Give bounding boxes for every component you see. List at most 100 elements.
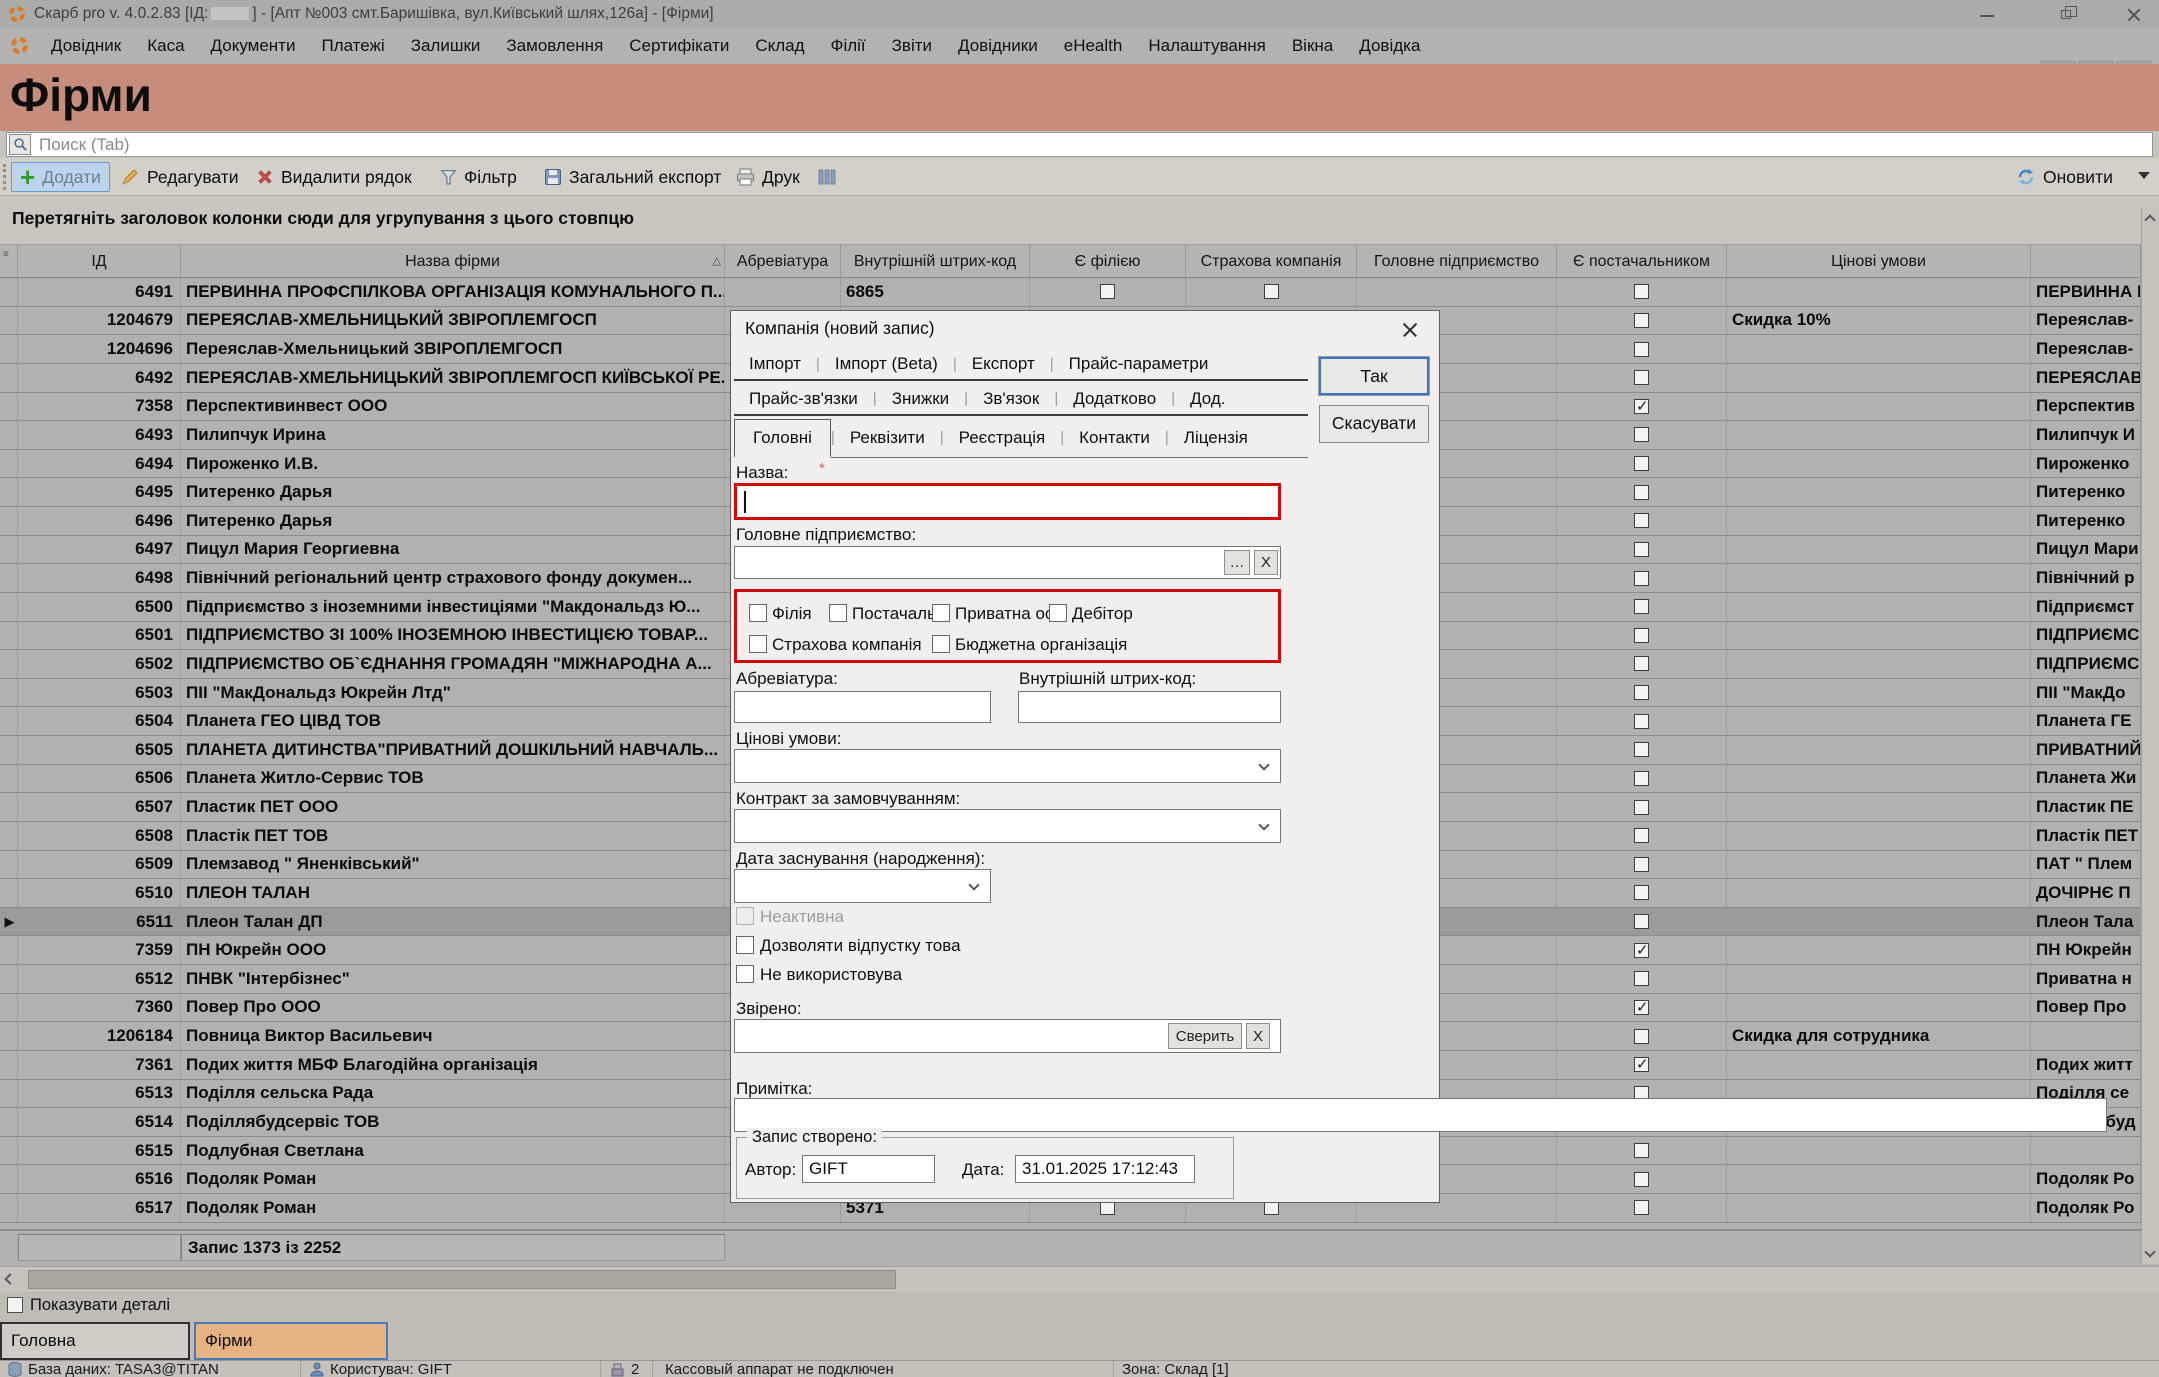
is-supplier-checkbox[interactable] — [1634, 857, 1649, 872]
menu-item-10[interactable]: Довідники — [945, 28, 1051, 64]
is-supplier-checkbox[interactable] — [1634, 513, 1649, 528]
is-supplier-checkbox[interactable] — [1634, 399, 1649, 414]
scroll-left-icon[interactable] — [0, 1267, 20, 1293]
is-supplier-checkbox[interactable] — [1634, 828, 1649, 843]
column-header-абревіатура[interactable]: Абревіатура — [725, 245, 841, 278]
is-insurance-checkbox[interactable] — [1264, 284, 1279, 299]
dialog-tab-1-2[interactable]: Експорт — [957, 349, 1050, 379]
verify-button[interactable]: Сверить — [1168, 1023, 1242, 1049]
is-branch-checkbox[interactable] — [1100, 284, 1115, 299]
dialog-tab-2-2[interactable]: Зв'язок — [968, 383, 1054, 414]
column-header-ід[interactable]: ІД — [18, 245, 181, 278]
is-supplier-checkbox[interactable] — [1634, 685, 1649, 700]
is-supplier-checkbox[interactable] — [1634, 628, 1649, 643]
dialog-tab-1-3[interactable]: Прайс-параметри — [1054, 349, 1224, 379]
add-button[interactable]: +Додати — [11, 162, 110, 192]
column-header-є-постачальником[interactable]: Є постачальником — [1557, 245, 1727, 278]
is-supplier-checkbox[interactable] — [1634, 284, 1649, 299]
column-header-indicator[interactable] — [2031, 245, 2141, 278]
horizontal-scrollbar[interactable] — [0, 1266, 2159, 1292]
dialog-tab-3-2[interactable]: Реєстрація — [944, 418, 1061, 457]
menu-item-9[interactable]: Звіти — [879, 28, 945, 64]
parent-clear-button[interactable]: X — [1254, 550, 1278, 575]
menu-item-11[interactable]: eHealth — [1051, 28, 1136, 64]
is-supplier-checkbox[interactable] — [1634, 599, 1649, 614]
dialog-tab-2-1[interactable]: Знижки — [877, 383, 964, 414]
founding-date-select[interactable] — [734, 869, 991, 903]
is-supplier-checkbox[interactable] — [1634, 1057, 1649, 1072]
menu-item-0[interactable]: Довідник — [38, 28, 134, 64]
group-by-bar[interactable]: Перетягніть заголовок колонки сюди для у… — [0, 196, 2159, 245]
is-supplier-checkbox[interactable] — [1634, 370, 1649, 385]
dialog-tab-3-1[interactable]: Реквізити — [835, 418, 940, 457]
insurance-checkbox[interactable] — [749, 635, 767, 653]
menu-item-13[interactable]: Вікна — [1279, 28, 1346, 64]
filter-button[interactable]: Фільтр — [432, 162, 525, 192]
menu-item-8[interactable]: Філії — [818, 28, 879, 64]
date-input[interactable]: 31.01.2025 17:12:43 — [1015, 1155, 1195, 1183]
column-header-indicator[interactable]: ≡ — [0, 245, 18, 278]
toolbar-grip[interactable] — [3, 164, 6, 190]
author-input[interactable]: GIFT — [802, 1155, 935, 1183]
allow-dispense-checkbox[interactable] — [736, 936, 754, 954]
dialog-tab-2-0[interactable]: Прайс-зв'язки — [734, 383, 873, 414]
is-supplier-checkbox[interactable] — [1634, 542, 1649, 557]
supplier-checkbox[interactable] — [829, 604, 847, 622]
tab-firmy[interactable]: Фірми — [194, 1322, 388, 1360]
is-supplier-checkbox[interactable] — [1634, 1029, 1649, 1044]
private-person-checkbox[interactable] — [932, 604, 950, 622]
is-supplier-checkbox[interactable] — [1634, 971, 1649, 986]
is-supplier-checkbox[interactable] — [1634, 571, 1649, 586]
delete-row-button[interactable]: Видалити рядок — [248, 162, 420, 192]
column-header-внутрішній-штрих-код[interactable]: Внутрішній штрих-код — [841, 245, 1030, 278]
is-supplier-checkbox[interactable] — [1634, 313, 1649, 328]
menu-item-5[interactable]: Замовлення — [493, 28, 616, 64]
column-header-є-філією[interactable]: Є філією — [1030, 245, 1186, 278]
menu-item-1[interactable]: Каса — [134, 28, 197, 64]
is-supplier-checkbox[interactable] — [1634, 485, 1649, 500]
dialog-tab-3-3[interactable]: Контакти — [1064, 418, 1165, 457]
parent-browse-button[interactable]: … — [1224, 550, 1250, 575]
cancel-button[interactable]: Скасувати — [1319, 405, 1429, 443]
columns-icon[interactable] — [818, 169, 836, 185]
dialog-tab-1-0[interactable]: Імпорт — [734, 349, 816, 379]
dialog-tab-1-1[interactable]: Імпорт (Beta) — [820, 349, 953, 379]
is-supplier-checkbox[interactable] — [1634, 771, 1649, 786]
verify-clear-button[interactable]: X — [1246, 1023, 1270, 1049]
column-header-цінові-умови[interactable]: Цінові умови — [1727, 245, 2031, 278]
is-supplier-checkbox[interactable] — [1634, 1172, 1649, 1187]
menu-item-3[interactable]: Платежі — [308, 28, 397, 64]
scroll-down-icon[interactable] — [2144, 1246, 2155, 1257]
dialog-close-icon[interactable] — [1399, 319, 1421, 341]
menu-item-6[interactable]: Сертифікати — [616, 28, 742, 64]
dialog-tab-3-0[interactable]: Головні — [734, 419, 831, 458]
minimize-button[interactable] — [1972, 6, 2002, 22]
column-header-головне-підприємство[interactable]: Головне підприємство — [1357, 245, 1557, 278]
menu-item-12[interactable]: Налаштування — [1135, 28, 1279, 64]
tab-holovna[interactable]: Головна — [0, 1322, 190, 1360]
dialog-tab-3-4[interactable]: Ліцензія — [1169, 418, 1263, 457]
vertical-scrollbar[interactable] — [2141, 208, 2159, 1264]
is-supplier-checkbox[interactable] — [1634, 714, 1649, 729]
abbr-input[interactable] — [734, 691, 991, 723]
price-terms-select[interactable] — [734, 749, 1281, 783]
refresh-button[interactable]: Оновити — [2008, 162, 2121, 192]
is-supplier-checkbox[interactable] — [1634, 943, 1649, 958]
dialog-tab-2-3[interactable]: Додатково — [1058, 383, 1171, 414]
is-supplier-checkbox[interactable] — [1634, 1000, 1649, 1015]
menu-item-14[interactable]: Довідка — [1346, 28, 1433, 64]
column-header-назва-фірми[interactable]: Назва фірми△ — [181, 245, 725, 278]
refresh-dropdown-icon[interactable] — [2138, 172, 2150, 179]
export-button[interactable]: Загальний експорт — [536, 162, 729, 192]
contract-select[interactable] — [734, 809, 1281, 843]
barcode-input[interactable] — [1018, 691, 1281, 723]
is-supplier-checkbox[interactable] — [1634, 427, 1649, 442]
is-supplier-checkbox[interactable] — [1634, 456, 1649, 471]
print-button[interactable]: Друк — [728, 162, 808, 192]
close-button[interactable] — [2118, 6, 2148, 22]
search-input[interactable] — [37, 134, 2137, 155]
menu-item-2[interactable]: Документи — [198, 28, 309, 64]
budget-org-checkbox[interactable] — [932, 635, 950, 653]
parent-company-input[interactable]: … X — [734, 546, 1281, 579]
restore-button[interactable] — [2052, 6, 2082, 22]
